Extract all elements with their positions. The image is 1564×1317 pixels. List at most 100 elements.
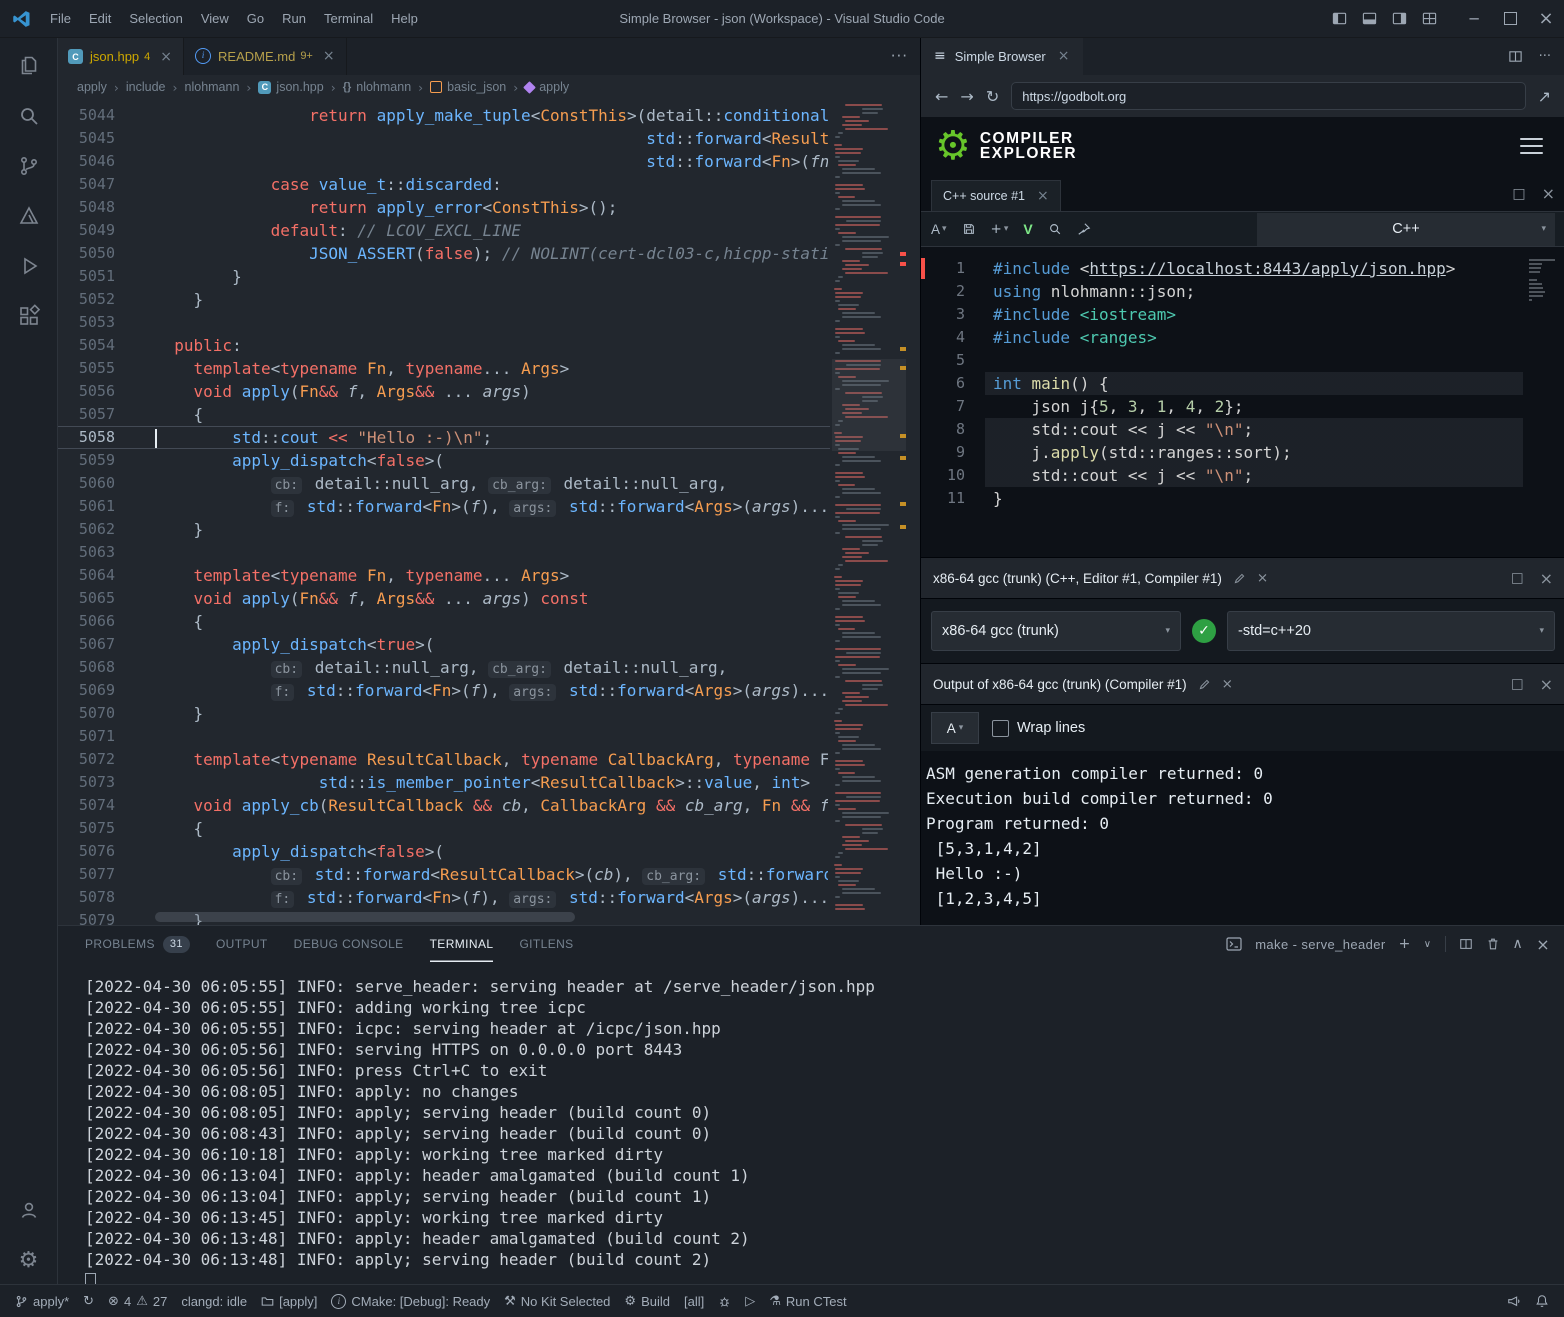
editor-code-line[interactable]: 5054 public: xyxy=(57,334,920,357)
editor-code-line[interactable]: 5072 template<typename ResultCallback, t… xyxy=(57,748,920,771)
menu-selection[interactable]: Selection xyxy=(121,7,190,30)
source-tab[interactable]: C++ source #1 × xyxy=(931,180,1061,211)
compiler-select[interactable]: x86-64 gcc (trunk) ▾ xyxy=(931,611,1181,651)
close-icon[interactable]: × xyxy=(1037,188,1049,204)
save-icon[interactable] xyxy=(962,222,976,236)
back-icon[interactable]: ← xyxy=(935,87,948,106)
open-external-icon[interactable]: ↗ xyxy=(1538,87,1551,106)
breadcrumb-item-class[interactable]: basic_json xyxy=(430,80,506,94)
breadcrumb-item[interactable]: include xyxy=(126,80,166,94)
tab-simple-browser[interactable]: ≡ Simple Browser × xyxy=(921,37,1083,75)
compiler-options-input[interactable]: -std=c++20 ▾ xyxy=(1227,611,1555,651)
breadcrumb-item[interactable]: apply xyxy=(77,80,107,94)
minimize-button[interactable]: ─ xyxy=(1456,0,1492,37)
editor-code-line[interactable]: 5065 void apply(Fn&& f, Args&& ... args)… xyxy=(57,587,920,610)
wrap-lines-checkbox[interactable] xyxy=(992,720,1009,737)
editor-code-line[interactable]: 5060 cb: detail::null_arg, cb_arg: detai… xyxy=(57,472,920,495)
rename-pane-icon[interactable] xyxy=(1233,572,1246,585)
url-input[interactable]: https://godbolt.org xyxy=(1011,82,1525,110)
search-icon[interactable] xyxy=(5,91,53,141)
editor-code-line[interactable]: 5078 f: std::forward<Fn>(f), args: std::… xyxy=(57,886,920,909)
ce-code-line[interactable]: 1#include <https://localhost:8443/apply/… xyxy=(921,257,1564,280)
clangd-status[interactable]: clangd: idle xyxy=(174,1285,254,1317)
editor-code-line[interactable]: 5047 case value_t::discarded: xyxy=(57,173,920,196)
menu-go[interactable]: Go xyxy=(239,7,272,30)
tab-terminal[interactable]: TERMINAL xyxy=(430,926,494,962)
editor-code-line[interactable]: 5055 template<typename Fn, typename... A… xyxy=(57,357,920,380)
hamburger-menu-icon[interactable] xyxy=(1520,138,1543,155)
menu-edit[interactable]: Edit xyxy=(81,7,119,30)
run-ctest-button[interactable]: ⚗ Run CTest xyxy=(762,1285,853,1317)
breadcrumb-item[interactable]: nlohmann xyxy=(185,80,240,94)
cmake-icon[interactable] xyxy=(5,191,53,241)
ce-code-line[interactable]: 5 xyxy=(921,349,1564,372)
editor-code-line[interactable]: 5077 cb: std::forward<ResultCallback>(cb… xyxy=(57,863,920,886)
menu-terminal[interactable]: Terminal xyxy=(316,7,381,30)
extensions-icon[interactable] xyxy=(5,291,53,341)
ce-code-line[interactable]: 10 std::cout << j << "\n"; xyxy=(921,464,1564,487)
terminal-output[interactable]: [2022-04-30 06:05:55] INFO: serve_header… xyxy=(57,962,1564,1270)
editor-code-line[interactable]: 5063 xyxy=(57,541,920,564)
close-icon[interactable]: × xyxy=(1222,676,1233,692)
ce-code-line[interactable]: 2using nlohmann::json; xyxy=(921,280,1564,303)
editor-code-line[interactable]: 5074 void apply_cb(ResultCallback && cb,… xyxy=(57,794,920,817)
editor-code-line[interactable]: 5073 std::is_member_pointer<ResultCallba… xyxy=(57,771,920,794)
tab-output[interactable]: OUTPUT xyxy=(216,926,268,962)
ce-code-line[interactable]: 6int main() { xyxy=(921,372,1564,395)
tab-readme-md[interactable]: i README.md 9+ × xyxy=(184,37,347,75)
account-icon[interactable] xyxy=(5,1185,53,1235)
terminal-task-label[interactable]: make - serve_header xyxy=(1255,937,1385,952)
maximize-button[interactable] xyxy=(1492,0,1528,37)
menu-run[interactable]: Run xyxy=(274,7,314,30)
cmake-build-target[interactable]: [all] xyxy=(677,1285,711,1317)
editor-more-actions-icon[interactable]: ··· xyxy=(891,47,908,65)
minimap-slider[interactable] xyxy=(832,359,906,451)
output-pane-header[interactable]: Output of x86-64 gcc (trunk) (Compiler #… xyxy=(921,663,1564,705)
horizontal-scrollbar[interactable] xyxy=(155,912,575,922)
editor-code-line[interactable]: 5058 std::cout << "Hello :-)\n"; xyxy=(57,426,920,449)
run-debug-icon[interactable] xyxy=(5,241,53,291)
editor-code-line[interactable]: 5070 } xyxy=(57,702,920,725)
editor-code-line[interactable]: 5069 f: std::forward<Fn>(f), args: std::… xyxy=(57,679,920,702)
close-pane-icon[interactable]: × xyxy=(1540,569,1553,588)
editor-code-line[interactable]: 5056 void apply(Fn&& f, Args&& ... args) xyxy=(57,380,920,403)
explorer-icon[interactable] xyxy=(5,41,53,91)
wrap-lines-toggle[interactable]: Wrap lines xyxy=(992,720,1085,737)
close-panel-icon[interactable]: × xyxy=(1536,935,1550,954)
close-tab-icon[interactable]: × xyxy=(323,48,335,64)
kill-terminal-icon[interactable] xyxy=(1486,937,1500,951)
editor-code-line[interactable]: 5046 std::forward<Fn>(fn) xyxy=(57,150,920,173)
editor-code-line[interactable]: 5068 cb: detail::null_arg, cb_arg: detai… xyxy=(57,656,920,679)
editor-code-line[interactable]: 5050 JSON_ASSERT(false); // NOLINT(cert-… xyxy=(57,242,920,265)
editor-code-line[interactable]: 5045 std::forward<ResultCallback xyxy=(57,127,920,150)
cmake-status[interactable]: i CMake: [Debug]: Ready xyxy=(324,1285,497,1317)
editor-code-line[interactable]: 5061 f: std::forward<Fn>(f), args: std::… xyxy=(57,495,920,518)
tab-problems[interactable]: PROBLEMS31 xyxy=(85,926,190,962)
maximize-pane-icon[interactable]: □ xyxy=(1512,186,1525,202)
ce-code-line[interactable]: 3#include <iostream> xyxy=(921,303,1564,326)
editor-code-line[interactable]: 5053 xyxy=(57,311,920,334)
cmake-kit-selector[interactable]: ⚒ No Kit Selected xyxy=(497,1285,617,1317)
editor-code-line[interactable]: 5071 xyxy=(57,725,920,748)
tab-gitlens[interactable]: GITLENS xyxy=(519,926,573,962)
split-terminal-icon[interactable] xyxy=(1459,937,1473,951)
editor-code-line[interactable]: 5044 return apply_make_tuple<ConstThis>(… xyxy=(57,104,920,127)
tab-json-hpp[interactable]: C json.hpp 4 × xyxy=(57,37,184,75)
editor-code-line[interactable]: 5064 template<typename Fn, typename... A… xyxy=(57,564,920,587)
tab-debug-console[interactable]: DEBUG CONSOLE xyxy=(294,926,404,962)
cmake-build-button[interactable]: ⚙ Build xyxy=(617,1285,677,1317)
close-icon[interactable]: × xyxy=(1257,570,1268,586)
close-pane-icon[interactable]: × xyxy=(1542,184,1555,203)
customize-layout-icon[interactable] xyxy=(1416,11,1442,26)
language-select[interactable]: C++ ▾ xyxy=(1257,213,1555,246)
chevron-down-icon[interactable]: ▾ xyxy=(1539,626,1544,636)
breadcrumb-item-namespace[interactable]: {}nlohmann xyxy=(343,80,411,94)
maximize-pane-icon[interactable]: □ xyxy=(1511,570,1524,586)
menu-help[interactable]: Help xyxy=(383,7,426,30)
editor-code-line[interactable]: 5057 { xyxy=(57,403,920,426)
maximize-pane-icon[interactable]: □ xyxy=(1511,676,1524,692)
menu-file[interactable]: File xyxy=(42,7,79,30)
zoom-icon[interactable] xyxy=(1048,222,1062,236)
ce-code-line[interactable]: 8 std::cout << j << "\n"; xyxy=(921,418,1564,441)
pin-icon[interactable] xyxy=(1077,222,1091,236)
